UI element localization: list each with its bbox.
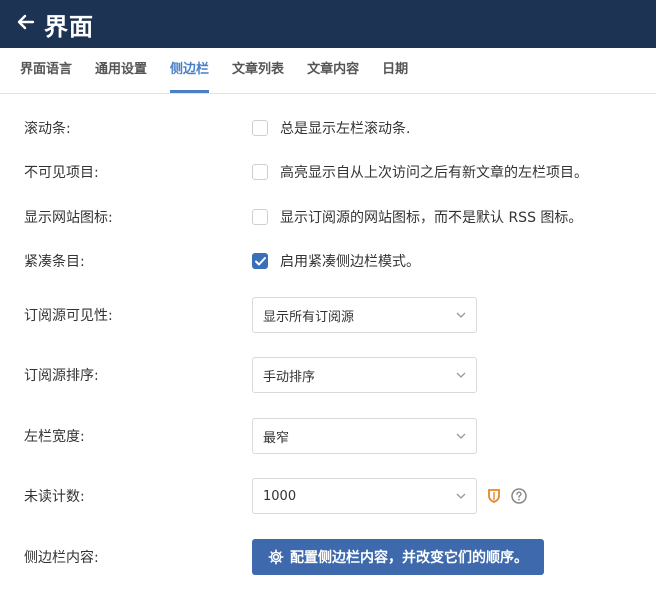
setting-label: 侧边栏内容: xyxy=(24,550,99,566)
select-value: 1000 xyxy=(263,488,297,504)
page-title: 界面 xyxy=(44,12,94,41)
scrollbar-checkbox[interactable] xyxy=(252,120,268,136)
setting-label: 显示网站图标: xyxy=(24,210,113,226)
tab-sidebar[interactable]: 侧边栏 xyxy=(170,58,210,93)
checkbox-text: 启用紧凑侧边栏模式。 xyxy=(280,254,420,270)
chevron-down-icon xyxy=(456,493,466,499)
setting-row-sort: 订阅源排序: 手动排序 xyxy=(0,355,656,395)
checkbox-text: 总是显示左栏滚动条. xyxy=(280,121,411,137)
invisible-checkbox[interactable] xyxy=(252,164,268,180)
setting-label: 订阅源排序: xyxy=(24,368,99,384)
setting-label: 滚动条: xyxy=(24,121,71,137)
tab-general-settings[interactable]: 通用设置 xyxy=(95,58,147,93)
setting-row-scrollbar: 滚动条: 总是显示左栏滚动条. xyxy=(0,108,656,148)
setting-label: 紧凑条目: xyxy=(24,254,85,270)
configure-sidebar-button[interactable]: 配置侧边栏内容，并改变它们的顺序。 xyxy=(252,539,544,575)
setting-row-unread: 未读计数: 1000 xyxy=(0,476,656,516)
arrow-left-icon[interactable] xyxy=(16,12,36,37)
tab-article-list[interactable]: 文章列表 xyxy=(232,58,284,93)
setting-row-content: 侧边栏内容: 配置侧边栏内容，并改变它们的顺序。 xyxy=(0,537,656,577)
width-select[interactable]: 最窄 xyxy=(252,418,477,454)
setting-label: 左栏宽度: xyxy=(24,429,85,445)
setting-row-compact: 紧凑条目: 启用紧凑侧边栏模式。 xyxy=(0,241,656,281)
gear-icon xyxy=(268,549,284,565)
tab-article-content[interactable]: 文章内容 xyxy=(307,58,359,93)
setting-label: 不可见项目: xyxy=(24,165,99,181)
select-value: 显示所有订阅源 xyxy=(263,309,355,325)
setting-row-width: 左栏宽度: 最窄 xyxy=(0,416,656,456)
setting-row-visibility: 订阅源可见性: 显示所有订阅源 xyxy=(0,295,656,335)
chevron-down-icon xyxy=(456,312,466,318)
button-label: 配置侧边栏内容，并改变它们的顺序。 xyxy=(290,550,528,566)
setting-label: 订阅源可见性: xyxy=(24,308,113,324)
chevron-down-icon xyxy=(456,372,466,378)
setting-row-favicons: 显示网站图标: 显示订阅源的网站图标，而不是默认 RSS 图标。 xyxy=(0,197,656,237)
favicons-checkbox[interactable] xyxy=(252,209,268,225)
compact-checkbox[interactable] xyxy=(252,253,268,269)
checkbox-text: 显示订阅源的网站图标，而不是默认 RSS 图标。 xyxy=(280,210,583,226)
help-circle-icon[interactable] xyxy=(511,488,527,504)
select-value: 手动排序 xyxy=(263,369,316,385)
sort-select[interactable]: 手动排序 xyxy=(252,357,477,393)
tab-date[interactable]: 日期 xyxy=(382,58,408,93)
tab-interface-language[interactable]: 界面语言 xyxy=(20,58,72,93)
setting-row-invisible: 不可见项目: 高亮显示自从上次访问之后有新文章的左栏项目。 xyxy=(0,152,656,192)
tab-bar: 界面语言 通用设置 侧边栏 文章列表 文章内容 日期 xyxy=(0,48,656,94)
unread-select[interactable]: 1000 xyxy=(252,478,477,514)
visibility-select[interactable]: 显示所有订阅源 xyxy=(252,297,477,333)
page-header: 界面 xyxy=(0,0,656,48)
check-icon xyxy=(254,256,266,265)
select-value: 最窄 xyxy=(263,430,290,446)
shield-badge-icon[interactable] xyxy=(487,488,501,504)
chevron-down-icon xyxy=(456,433,466,439)
checkbox-text: 高亮显示自从上次访问之后有新文章的左栏项目。 xyxy=(280,165,588,181)
setting-label: 未读计数: xyxy=(24,489,85,505)
